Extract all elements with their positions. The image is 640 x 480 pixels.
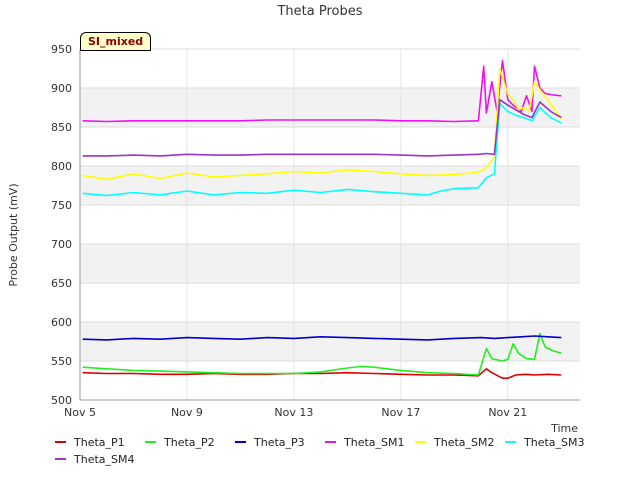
y-tick-label: 900 [51, 82, 72, 95]
x-tick-labels: Nov 5 Nov 9 Nov 13 Nov 17 Nov 21 [64, 406, 527, 419]
legend-label: Theta_SM1 [344, 435, 405, 449]
legend-item-theta_sm2: Theta_SM2 [415, 434, 494, 450]
y-tick-label: 800 [51, 160, 72, 173]
legend-swatch [325, 441, 336, 443]
legend-swatch [415, 441, 426, 443]
legend-swatch [235, 441, 246, 443]
y-tick-label: 850 [51, 121, 72, 134]
x-tick-label: Nov 17 [381, 406, 420, 419]
plot-band [80, 244, 580, 283]
y-tick-label: 550 [51, 355, 72, 368]
legend-label: Theta_P2 [164, 435, 215, 449]
legend-swatch [55, 441, 66, 443]
y-tick-label: 600 [51, 316, 72, 329]
x-tick-label: Nov 21 [488, 406, 527, 419]
plot-band [80, 283, 580, 322]
plot-band [80, 127, 580, 166]
y-tick-labels: 500550600650700750800850900950 [51, 43, 72, 407]
legend-item-theta_sm1: Theta_SM1 [325, 434, 404, 450]
x-tick-label: Nov 13 [274, 406, 313, 419]
plot-background [80, 49, 580, 400]
legend-swatch [55, 458, 66, 460]
legend-item-theta_sm3: Theta_SM3 [505, 434, 584, 450]
y-tick-label: 700 [51, 238, 72, 251]
legend-label: Theta_P1 [74, 435, 125, 449]
legend-item-theta_p2: Theta_P2 [145, 434, 215, 450]
y-tick-label: 650 [51, 277, 72, 290]
legend-label: Theta_SM4 [74, 452, 135, 466]
x-tick-label: Nov 9 [171, 406, 203, 419]
plot-band [80, 205, 580, 244]
legend-label: Theta_P3 [254, 435, 305, 449]
y-axis-label: Probe Output (mV) [7, 183, 20, 286]
x-tick-label: Nov 5 [64, 406, 96, 419]
legend-item-theta_p3: Theta_P3 [235, 434, 305, 450]
y-tick-label: 750 [51, 199, 72, 212]
legend-item-theta_p1: Theta_P1 [55, 434, 125, 450]
legend-label: Theta_SM2 [434, 435, 495, 449]
site-badge: SI_mixed [80, 32, 152, 51]
legend-label: Theta_SM3 [524, 435, 585, 449]
legend-swatch [505, 441, 516, 443]
plot-band [80, 361, 580, 400]
chart-title: Theta Probes [276, 4, 362, 19]
legend-item-theta_sm4: Theta_SM4 [55, 451, 134, 467]
legend-swatch [145, 441, 156, 443]
chart: Theta Probes 500550600650700750800850900… [7, 4, 580, 435]
plot-band [80, 322, 580, 361]
y-tick-label: 950 [51, 43, 72, 56]
